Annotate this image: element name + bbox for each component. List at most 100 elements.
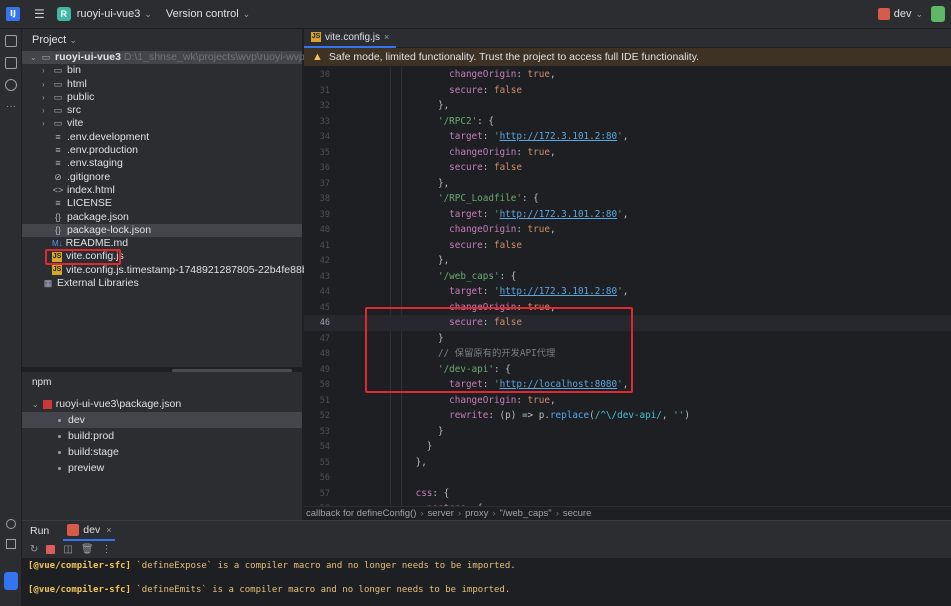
folder-icon: ▭ [53, 105, 63, 116]
tree-folder[interactable]: › ▭ html [22, 78, 302, 91]
console-output[interactable]: [@vue/compiler-sfc] `defineExpose` is a … [22, 558, 951, 598]
tree-folder[interactable]: › ▭ public [22, 91, 302, 104]
npm-script-build-stage[interactable]: build:stage [22, 444, 302, 460]
line-number[interactable]: 37 [304, 177, 330, 193]
json-file-icon: {} [54, 224, 61, 235]
npm-script-build-prod[interactable]: build:prod [22, 428, 302, 444]
line-number[interactable]: 51 [304, 394, 330, 410]
restore-layout-icon[interactable]: ◫ [63, 544, 72, 555]
terminal-icon[interactable] [0, 539, 22, 553]
tree-file[interactable]: ≡ LICENSE [22, 197, 302, 210]
tree-file[interactable]: ≡ .env.production [22, 144, 302, 157]
line-number[interactable]: 48 [304, 347, 330, 363]
tree-file[interactable]: ≡ .env.development [22, 131, 302, 144]
breadcrumb: callback for defineConfig() › server › proxy… [304, 506, 951, 520]
project-switcher[interactable]: ruoyi-ui-vue3 ⌄ [77, 8, 152, 20]
line-number[interactable]: 32 [304, 99, 330, 115]
tree-file[interactable]: {} package-lock.json [22, 223, 302, 238]
stop-icon[interactable] [46, 545, 56, 554]
services-icon[interactable] [0, 519, 22, 533]
code-area[interactable]: 30 changeOrigin: true, 31 secure: false 32… [304, 67, 951, 507]
tree-root[interactable]: ⌄ ▭ ruoyi-ui-vue3 D:\1_shnse_wk\projects\w… [22, 51, 353, 65]
run-tab-dev[interactable]: dev × [63, 521, 116, 541]
line-number[interactable]: 53 [304, 425, 330, 441]
project-tool-icon[interactable] [5, 35, 17, 47]
vcs-menu[interactable]: Version control ⌄ [166, 8, 250, 20]
code-text: changeOrigin: true, [449, 224, 556, 235]
code-text: }, [437, 255, 450, 266]
external-libraries[interactable]: ▦ External Libraries [22, 277, 302, 290]
title-bar: IJ ☰ R ruoyi-ui-vue3 ⌄ Version control ⌄ d… [0, 0, 951, 29]
breadcrumb-item[interactable]: server [428, 508, 454, 519]
project-panel: Project ⌄ ⌄ ▭ ruoyi-ui-vue3 D:\1_shnse_wk\… [22, 29, 353, 373]
npm-script-dev[interactable]: dev [22, 412, 302, 428]
line-number[interactable]: 30 [304, 68, 330, 84]
line-number[interactable]: 35 [304, 146, 330, 162]
tree-item-label: src [67, 104, 81, 117]
line-number[interactable]: 42 [304, 254, 330, 270]
tree-file[interactable]: ≡ .env.staging [22, 157, 302, 170]
npm-package[interactable]: ⌄ ruoyi-ui-vue3\package.json [22, 396, 302, 412]
line-number[interactable]: 46 [304, 316, 330, 332]
plugins-tool-icon[interactable] [5, 79, 17, 91]
structure-tool-icon[interactable] [5, 57, 17, 69]
line-number[interactable]: 55 [304, 456, 330, 472]
run-config-selector[interactable]: dev ⌄ [877, 6, 945, 22]
line-number[interactable]: 44 [304, 285, 330, 301]
line-number[interactable]: 40 [304, 223, 330, 239]
line-number[interactable]: 31 [304, 84, 330, 100]
line-number[interactable]: 49 [304, 363, 330, 379]
more-icon[interactable]: ⋮ [102, 544, 112, 555]
tree-folder[interactable]: › ▭ vite [22, 117, 302, 130]
ide-logo-icon: IJ [6, 7, 20, 21]
main-menu-icon[interactable]: ☰ [34, 7, 45, 21]
folder-icon: ▭ [53, 91, 63, 102]
vcs-label: Version control [165, 8, 239, 20]
line-number[interactable]: 50 [304, 378, 330, 394]
line-number[interactable]: 52 [304, 409, 330, 425]
line-number[interactable]: 41 [304, 239, 330, 255]
line-number[interactable]: 47 [304, 332, 330, 348]
project-badge[interactable]: R [56, 7, 71, 21]
chevron-right-icon: › [42, 66, 45, 76]
tree-file[interactable]: JS vite.config.js.timestamp-1748921287805… [22, 264, 347, 277]
safe-mode-text: Safe mode, limited functionality. Trust … [328, 51, 700, 63]
more-tools-icon[interactable]: ··· [6, 101, 21, 112]
tree-item-label: .gitignore [67, 170, 111, 183]
close-icon[interactable]: × [106, 525, 111, 535]
console-tag: [@vue/compiler-sfc] [28, 585, 131, 595]
rerun-icon[interactable]: ↻ [30, 544, 38, 555]
line-number[interactable]: 34 [304, 130, 330, 146]
tree-file[interactable]: {} package.json [22, 211, 302, 224]
tree-folder[interactable]: › ▭ src [22, 104, 302, 117]
tab-vite-config[interactable]: JS vite.config.js × [304, 29, 397, 48]
console-line: [@vue/compiler-sfc] `defineEmits` is a c… [22, 582, 951, 598]
line-number[interactable]: 38 [304, 192, 330, 208]
line-number[interactable]: 36 [304, 161, 330, 177]
line-number[interactable]: 45 [304, 301, 330, 317]
run-button[interactable] [931, 6, 945, 22]
tree-file[interactable]: <> index.html [22, 184, 302, 197]
ide-window: IJ ☰ R ruoyi-ui-vue3 ⌄ Version control ⌄ d… [0, 0, 951, 606]
npm-script-preview[interactable]: preview [22, 460, 302, 476]
run-panel-title: Run [30, 525, 50, 537]
code-line: 38 '/RPC_Loadfile': { [304, 191, 951, 207]
breadcrumb-item[interactable]: secure [563, 508, 592, 519]
editor: JS vite.config.js × ▲ Safe mode, limited fu… [304, 29, 951, 520]
breadcrumb-item[interactable]: "/web_caps" [500, 508, 552, 519]
tree-file[interactable]: ⊘ .gitignore [22, 171, 302, 184]
line-number[interactable]: 54 [304, 440, 330, 456]
line-number[interactable]: 39 [304, 208, 330, 224]
breadcrumb-item[interactable]: callback for defineConfig() [306, 508, 416, 519]
tree-folder[interactable]: › ▭ bin [22, 64, 302, 77]
close-icon[interactable]: × [384, 32, 389, 42]
line-number[interactable]: 43 [304, 270, 330, 286]
line-number[interactable]: 57 [304, 487, 330, 503]
line-number[interactable]: 56 [304, 471, 330, 487]
run-tool-icon[interactable] [0, 572, 22, 590]
code-line: 42 }, [304, 253, 951, 269]
clear-icon[interactable]: 🗑 [81, 544, 94, 555]
project-panel-title[interactable]: Project ⌄ [22, 29, 302, 51]
line-number[interactable]: 33 [304, 115, 330, 131]
breadcrumb-item[interactable]: proxy [465, 508, 488, 519]
